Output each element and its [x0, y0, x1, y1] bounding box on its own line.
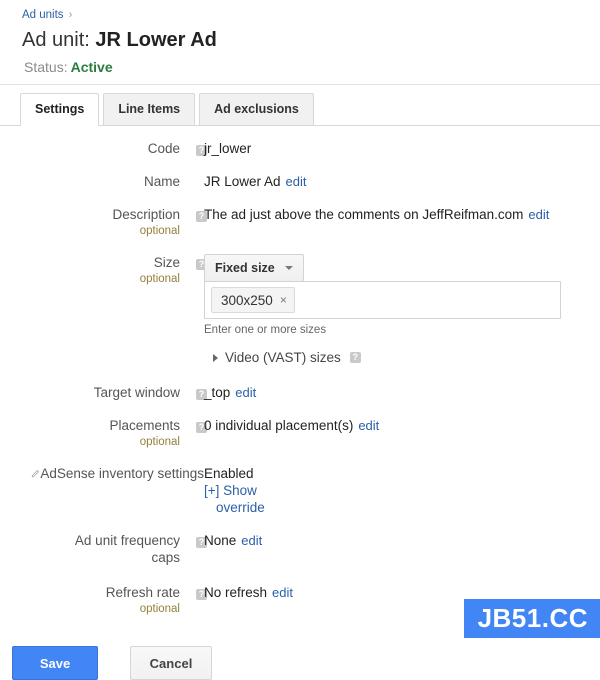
save-button[interactable]: Save: [12, 646, 98, 680]
field-label-placements-text: Placements: [109, 418, 180, 433]
field-value-description: The ad just above the comments on JeffRe…: [204, 206, 600, 223]
field-label-target-window-text: Target window: [93, 385, 180, 400]
field-optional-description: optional: [139, 225, 180, 237]
help-slot-refresh-rate: ?: [180, 584, 207, 601]
chevron-down-icon: [284, 266, 293, 270]
breadcrumb-separator-icon: ›: [68, 9, 73, 21]
field-label-target-window: Target window: [0, 384, 180, 401]
adsense-show-override-link-second-line[interactable]: override: [204, 499, 600, 516]
edit-link-placements[interactable]: edit: [358, 418, 379, 433]
tab-line-items[interactable]: Line Items: [103, 93, 196, 125]
breadcrumb-link-ad-units[interactable]: Ad units: [22, 9, 64, 21]
frequency-caps-value: None: [204, 533, 237, 548]
field-value-name: JR Lower Ad edit: [204, 173, 600, 190]
field-label-refresh-rate-text: Refresh rate: [105, 585, 180, 600]
field-row-name: Name JR Lower Ad edit: [0, 173, 600, 190]
size-type-dropdown[interactable]: Fixed size: [204, 254, 304, 282]
size-type-dropdown-label: Fixed size: [215, 260, 275, 275]
size-hint: Enter one or more sizes: [204, 324, 327, 336]
field-label-code-text: Code: [147, 141, 180, 156]
field-label-frequency-caps: Ad unit frequency caps: [0, 532, 180, 566]
header-divider: [0, 84, 600, 85]
field-row-description: Description optional ? The ad just above…: [0, 206, 600, 238]
help-slot-placements: ?: [180, 417, 207, 434]
field-value-placements: 0 individual placement(s) edit: [204, 417, 600, 434]
field-label-name-text: Name: [143, 174, 180, 189]
field-label-frequency-caps-line1: Ad unit frequency: [74, 533, 180, 548]
status-label: Status:: [24, 59, 68, 75]
vast-sizes-label: Video (VAST) sizes: [225, 350, 341, 365]
field-value-frequency-caps: None edit: [204, 532, 600, 549]
form-action-bar: Save Cancel: [0, 632, 600, 680]
field-optional-placements: optional: [139, 436, 180, 448]
size-input[interactable]: 300x250 ×: [204, 281, 561, 319]
help-slot-target-window: ?: [180, 384, 207, 401]
field-label-refresh-rate: Refresh rate optional: [0, 584, 180, 616]
tab-bar: Settings Line Items Ad exclusions: [0, 93, 600, 126]
field-label-name: Name: [0, 173, 180, 190]
edit-link-frequency-caps[interactable]: edit: [241, 533, 262, 548]
field-label-size-text: Size: [153, 255, 180, 270]
field-value-code: jr_lower: [204, 140, 600, 157]
edit-link-description[interactable]: edit: [528, 207, 549, 222]
cancel-button[interactable]: Cancel: [130, 646, 212, 680]
help-slot-frequency-caps: ?: [180, 532, 207, 549]
size-chip-label: 300x250: [221, 292, 273, 308]
target-window-value: _top: [204, 385, 231, 400]
field-label-description: Description optional: [0, 206, 180, 238]
field-label-size: Size optional: [0, 254, 180, 286]
settings-form: Code ? jr_lower Name JR Lower Ad edit Des…: [0, 126, 600, 616]
description-value: The ad just above the comments on JeffRe…: [204, 207, 524, 222]
status-badge: Active: [70, 59, 113, 75]
name-value: JR Lower Ad: [204, 174, 281, 189]
tab-settings[interactable]: Settings: [20, 93, 100, 126]
field-value-adsense: Enabled [+] Show override: [204, 465, 600, 516]
edit-link-refresh-rate[interactable]: edit: [272, 585, 293, 600]
field-label-frequency-caps-line2: caps: [151, 550, 180, 565]
field-label-description-text: Description: [112, 207, 180, 222]
page-title-prefix: Ad unit:: [22, 29, 90, 51]
vast-sizes-toggle[interactable]: Video (VAST) sizes ?: [204, 349, 561, 366]
help-slot-size: ?: [180, 254, 207, 271]
adsense-value: Enabled: [204, 466, 254, 481]
size-chip[interactable]: 300x250 ×: [211, 287, 295, 313]
field-label-code: Code: [0, 140, 180, 157]
watermark: JB51.CC: [463, 599, 600, 638]
field-optional-refresh-rate: optional: [139, 603, 180, 615]
close-icon[interactable]: ×: [280, 292, 287, 309]
field-label-adsense: AdSense inventory settings: [0, 465, 204, 482]
tab-ad-exclusions[interactable]: Ad exclusions: [199, 93, 314, 125]
refresh-rate-value: No refresh: [204, 585, 268, 600]
page-title-value: JR Lower Ad: [95, 29, 217, 51]
field-value-size: Fixed size 300x250 × Enter one or more s…: [204, 254, 600, 366]
field-row-target-window: Target window ? _top edit: [0, 384, 600, 401]
edit-link-name[interactable]: edit: [286, 174, 307, 189]
field-label-placements: Placements optional: [0, 417, 180, 449]
code-value: jr_lower: [204, 141, 252, 156]
field-label-adsense-text: AdSense inventory settings: [40, 466, 204, 481]
field-optional-size: optional: [139, 273, 180, 285]
adsense-show-override-link[interactable]: [+] Show: [204, 482, 600, 499]
edit-link-target-window[interactable]: edit: [235, 385, 256, 400]
field-row-frequency-caps: Ad unit frequency caps ? None edit: [0, 532, 600, 566]
field-row-size: Size optional ? Fixed size 300x250 × Ent…: [0, 254, 600, 366]
field-row-placements: Placements optional ? 0 individual place…: [0, 417, 600, 449]
chevron-right-icon: [213, 353, 218, 362]
help-slot-code: ?: [180, 140, 207, 157]
page-title: Ad unit: JR Lower Ad: [0, 22, 600, 53]
field-row-adsense: AdSense inventory settings Enabled [+] S…: [0, 465, 600, 516]
help-slot-name: [180, 173, 204, 175]
help-icon-vast[interactable]: ?: [349, 352, 361, 363]
field-value-target-window: _top edit: [204, 384, 600, 401]
size-control: Fixed size 300x250 × Enter one or more s…: [204, 254, 561, 366]
field-row-code: Code ? jr_lower: [0, 140, 600, 157]
help-slot-description: ?: [180, 206, 207, 223]
status-row: Status: Active: [0, 53, 600, 76]
placements-value: 0 individual placement(s): [204, 418, 354, 433]
breadcrumb: Ad units ›: [0, 0, 600, 22]
